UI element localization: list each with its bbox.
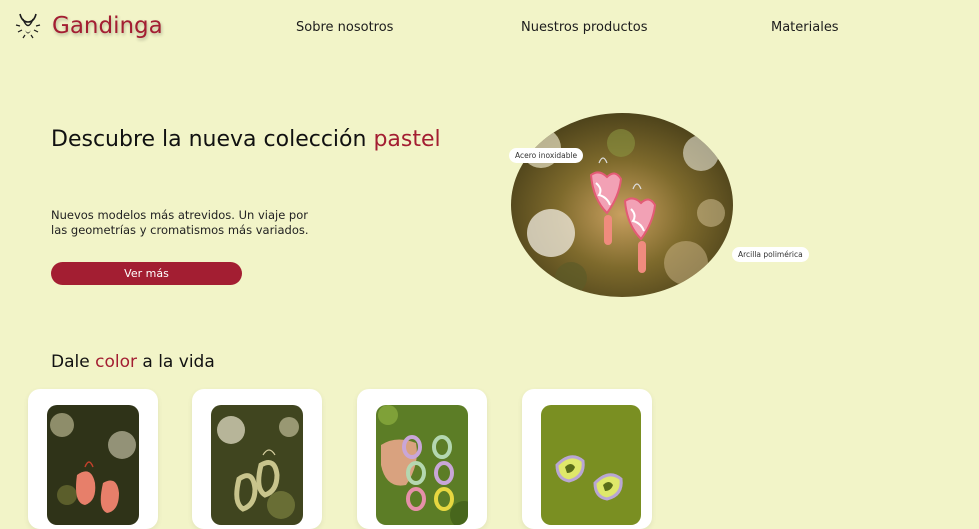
product-card[interactable] [28, 389, 158, 529]
product-image [211, 405, 303, 525]
bull-necklace-logo-icon [15, 13, 41, 39]
product-card[interactable] [357, 389, 487, 529]
hero-title-text: Descubre la nueva colección [51, 127, 367, 152]
product-card[interactable] [522, 389, 652, 529]
ver-mas-button[interactable]: Ver más [51, 262, 242, 285]
brand-logo[interactable]: Gandinga [14, 10, 163, 42]
product-image [376, 405, 468, 525]
material-tag-acero: Acero inoxidable [509, 148, 584, 163]
section-title-prefix: Dale [51, 352, 90, 372]
material-tag-arcilla: Arcilla polimérica [732, 247, 809, 262]
hero-title-accent: pastel [373, 127, 441, 152]
nav-link-nuestros-productos[interactable]: Nuestros productos [521, 20, 647, 35]
hero-title: Descubre la nueva colección pastel [51, 124, 441, 155]
hero-earrings-photo [511, 113, 733, 297]
product-card[interactable] [192, 389, 322, 529]
product-image [47, 405, 139, 525]
section-title: Dale color a la vida [51, 352, 215, 372]
nav-link-sobre-nosotros[interactable]: Sobre nosotros [296, 20, 393, 35]
nav-link-materiales[interactable]: Materiales [771, 20, 839, 35]
section-title-accent: color [95, 352, 137, 372]
brand-name: Gandinga [52, 13, 163, 39]
section-title-suffix: a la vida [142, 352, 215, 372]
hero-subtitle: Nuevos modelos más atrevidos. Un viaje p… [51, 208, 309, 237]
hero-earrings-image [511, 113, 733, 297]
product-image [541, 405, 641, 525]
